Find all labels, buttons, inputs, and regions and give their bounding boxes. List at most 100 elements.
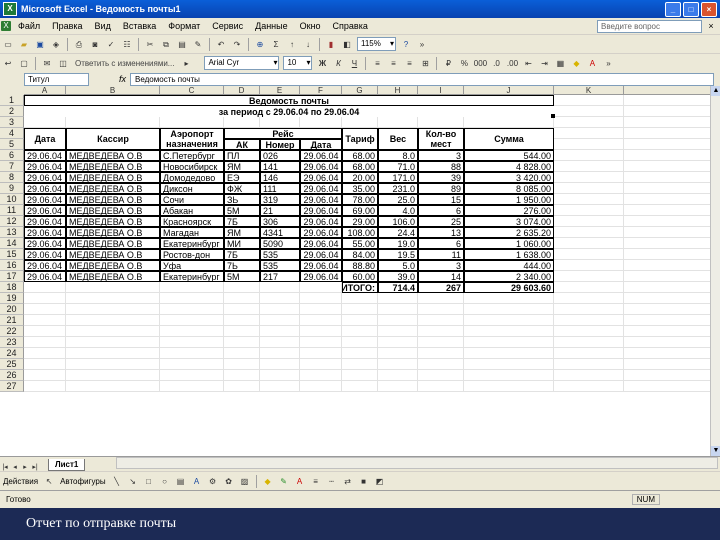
data-cell[interactable]: МЕДВЕДЕВА О.В [66,150,160,161]
grid-cell[interactable] [224,293,260,304]
data-cell[interactable]: Екатеринбург [160,271,224,282]
grid-cell[interactable] [342,381,378,392]
data-cell[interactable]: 39.0 [378,271,418,282]
grid-cell[interactable] [300,315,342,326]
grid-cell[interactable] [66,304,160,315]
row-header[interactable]: 23 [0,337,24,348]
header-sum[interactable]: Сумма [464,128,554,150]
menu-format[interactable]: Формат [162,21,206,31]
data-cell[interactable]: 3 [418,260,464,271]
total-weight-cell[interactable]: 714.4 [378,282,418,293]
grid-cell[interactable] [342,304,378,315]
grid-cell[interactable] [260,348,300,359]
autoshapes-menu[interactable]: Автофигуры [60,477,106,486]
wordart-icon[interactable]: A [190,475,204,488]
grid-cell[interactable] [624,161,710,172]
grid-cell[interactable] [554,183,624,194]
grid-cell[interactable] [418,326,464,337]
picture-icon[interactable]: ▨ [238,475,252,488]
data-cell[interactable]: 535 [260,249,300,260]
increase-decimal-icon[interactable]: .0 [489,57,503,70]
grid-cell[interactable] [342,326,378,337]
header-number[interactable]: Номер [260,139,300,150]
grid-cell[interactable] [624,183,710,194]
grid-cell[interactable] [554,106,624,117]
grid-cell[interactable] [160,315,224,326]
first-sheet-icon[interactable]: |◂ [0,463,10,471]
grid-cell[interactable] [554,315,624,326]
grid-cell[interactable] [554,370,624,381]
header-airport[interactable]: Аэропорт назначения [160,128,224,150]
column-header-blank[interactable] [624,86,710,95]
grid-cell[interactable] [554,128,624,139]
grid-cell[interactable] [378,293,418,304]
grid-cell[interactable] [464,293,554,304]
grid-cell[interactable] [24,337,66,348]
data-cell[interactable]: 35.00 [342,183,378,194]
row-header[interactable]: 12 [0,216,24,227]
grid-cell[interactable] [624,249,710,260]
header-flight[interactable]: Рейс [224,128,342,139]
grid-cell[interactable] [624,238,710,249]
grid-cell[interactable] [464,348,554,359]
grid-cell[interactable] [224,337,260,348]
end-review-icon[interactable]: ▸ [179,57,193,70]
horizontal-scrollbar[interactable] [116,457,718,469]
rectangle-tool-icon[interactable]: □ [142,475,156,488]
data-cell[interactable]: 8 085.00 [464,183,554,194]
grid-cell[interactable] [624,282,710,293]
grid-cell[interactable] [624,95,710,106]
row-header[interactable]: 14 [0,238,24,249]
grid-cell[interactable] [342,315,378,326]
data-cell[interactable]: С.Петербург [160,150,224,161]
minimize-button[interactable]: _ [665,1,681,17]
grid-cell[interactable] [554,172,624,183]
data-cell[interactable]: 88.80 [342,260,378,271]
comment-icon[interactable]: ▢ [17,57,31,70]
line-style-icon[interactable]: ≡ [309,475,323,488]
data-cell[interactable]: 29.06.04 [24,161,66,172]
currency-icon[interactable]: ₽ [441,57,455,70]
data-cell[interactable]: 2 635.20 [464,227,554,238]
data-cell[interactable]: 1 060.00 [464,238,554,249]
oval-tool-icon[interactable]: ○ [158,475,172,488]
grid-cell[interactable] [300,348,342,359]
grid-cell[interactable] [418,293,464,304]
data-cell[interactable]: Ростов-дон [160,249,224,260]
grid-cell[interactable] [554,249,624,260]
print-icon[interactable]: ⎙ [72,38,86,51]
column-header[interactable]: I [418,86,464,95]
close-button[interactable]: × [701,1,717,17]
grid-cell[interactable] [66,359,160,370]
grid-cell[interactable] [624,117,710,128]
toolbar-options-icon[interactable]: » [415,38,429,51]
grid-cell[interactable] [300,293,342,304]
data-cell[interactable]: 13 [418,227,464,238]
clipart-icon[interactable]: ✿ [222,475,236,488]
last-sheet-icon[interactable]: ▸| [30,463,40,471]
data-cell[interactable]: ЕЭ [224,172,260,183]
data-cell[interactable]: 29.06.04 [24,216,66,227]
grid-cell[interactable] [260,370,300,381]
grid-cell[interactable] [342,348,378,359]
undo-icon[interactable]: ↶ [214,38,228,51]
font-color-icon[interactable]: A [585,57,599,70]
data-cell[interactable]: МЕДВЕДЕВА О.В [66,271,160,282]
total-sum-cell[interactable]: 29 603.60 [464,282,554,293]
grid-cell[interactable] [24,117,66,128]
grid-cell[interactable] [464,337,554,348]
grid-cell[interactable] [418,381,464,392]
grid-cell[interactable] [464,359,554,370]
next-sheet-icon[interactable]: ▸ [20,463,30,471]
percent-icon[interactable]: % [457,57,471,70]
spelling-icon[interactable]: ✓ [104,38,118,51]
data-cell[interactable]: 026 [260,150,300,161]
grid-cell[interactable] [464,315,554,326]
open-folder-icon[interactable]: ▰ [17,38,31,51]
column-header[interactable]: F [300,86,342,95]
grid-cell[interactable] [464,370,554,381]
grid-cell[interactable] [260,359,300,370]
grid-cell[interactable] [554,282,624,293]
fill-bucket-icon[interactable]: ◆ [261,475,275,488]
grid-cell[interactable] [300,370,342,381]
